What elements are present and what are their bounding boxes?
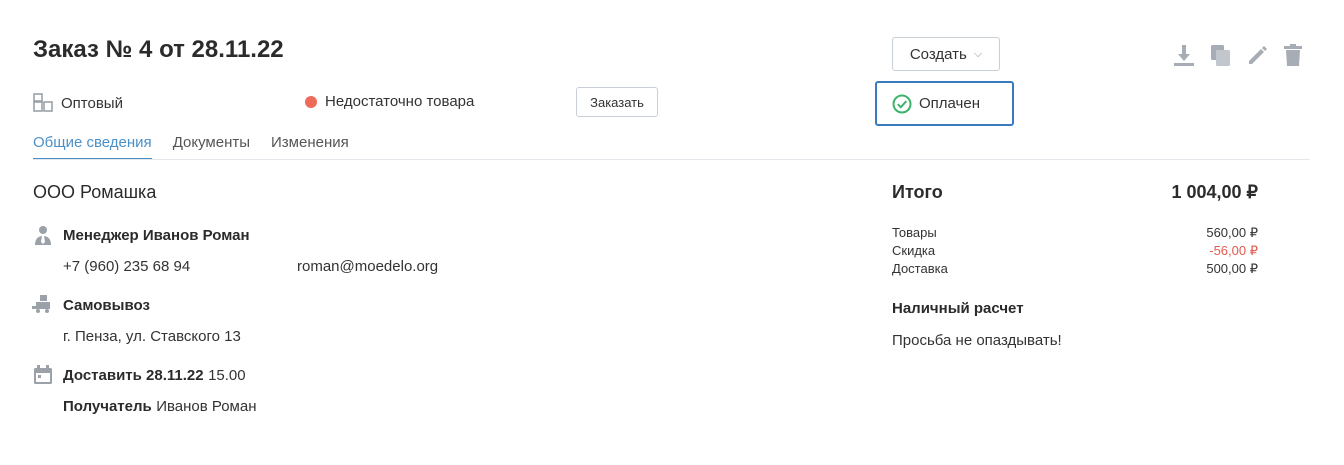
download-icon[interactable] — [1170, 40, 1198, 70]
deliver-time: 15.00 — [208, 367, 246, 384]
chevron-down-icon: ⌵ — [973, 47, 983, 60]
client-type-label: Оптовый — [61, 94, 123, 112]
page-title: Заказ № 4 от 28.11.22 — [33, 36, 284, 63]
payment-status-badge[interactable]: Оплачен — [875, 81, 1014, 126]
order-button[interactable]: Заказать — [576, 87, 658, 117]
pickup-icon — [32, 295, 50, 313]
calendar-icon — [34, 365, 52, 384]
client-type: Оптовый — [33, 93, 123, 113]
check-circle-icon — [892, 94, 912, 113]
tab-changes[interactable]: Изменения — [271, 134, 349, 160]
trash-icon[interactable] — [1279, 40, 1307, 70]
total-label: Итого — [892, 182, 943, 202]
copy-icon[interactable] — [1207, 40, 1235, 70]
summary-row-label: Доставка — [892, 261, 948, 276]
recipient-name: Иванов Роман — [156, 398, 257, 415]
tab-documents[interactable]: Документы — [173, 134, 250, 160]
order-comment: Просьба не опаздывать! — [892, 332, 1062, 349]
edit-icon[interactable] — [1243, 40, 1271, 70]
tab-bar: Общие сведения Документы Изменения — [33, 134, 370, 160]
summary-row-goods: Товары 560,00 ₽ — [892, 225, 1258, 241]
manager-label: Менеджер Иванов Роман — [63, 227, 250, 244]
summary-row-discount: Скидка -56,00 ₽ — [892, 243, 1258, 259]
delivery-method: Самовывоз — [63, 297, 150, 314]
boxes-icon — [33, 93, 53, 112]
create-button-label: Создать — [909, 45, 967, 63]
manager-icon — [35, 226, 51, 245]
create-button[interactable]: Создать ⌵ — [892, 37, 1000, 71]
summary-row-label: Товары — [892, 225, 937, 240]
summary-row-value: -56,00 ₽ — [1209, 243, 1258, 258]
summary-row-label: Скидка — [892, 243, 936, 258]
summary-row-value: 560,00 ₽ — [1206, 225, 1258, 240]
recipient-row: Получатель Иванов Роман — [63, 398, 257, 416]
deliver-date-row: Доставить 28.11.22 15.00 — [63, 367, 246, 385]
summary-row-delivery: Доставка 500,00 ₽ — [892, 261, 1258, 277]
manager-email[interactable]: roman@moedelo.org — [297, 258, 438, 275]
delivery-address: г. Пенза, ул. Ставского 13 — [63, 328, 241, 345]
recipient-label: Получатель — [63, 398, 152, 415]
summary-row-value: 500,00 ₽ — [1206, 261, 1258, 276]
tab-general[interactable]: Общие сведения — [33, 134, 152, 160]
total-value: 1 004,00 ₽ — [1171, 182, 1258, 202]
tabs-divider — [33, 159, 1310, 160]
company-name: ООО Ромашка — [33, 182, 157, 202]
stock-status-label: Недостаточно товара — [325, 93, 475, 110]
manager-phone: +7 (960) 235 68 94 — [63, 258, 191, 275]
stock-status: Недостаточно товара — [305, 93, 474, 110]
deliver-date-label: Доставить 28.11.22 — [63, 367, 204, 384]
payment-status-label: Оплачен — [919, 95, 980, 112]
status-dot — [305, 95, 317, 108]
payment-method: Наличный расчет — [892, 300, 1024, 317]
